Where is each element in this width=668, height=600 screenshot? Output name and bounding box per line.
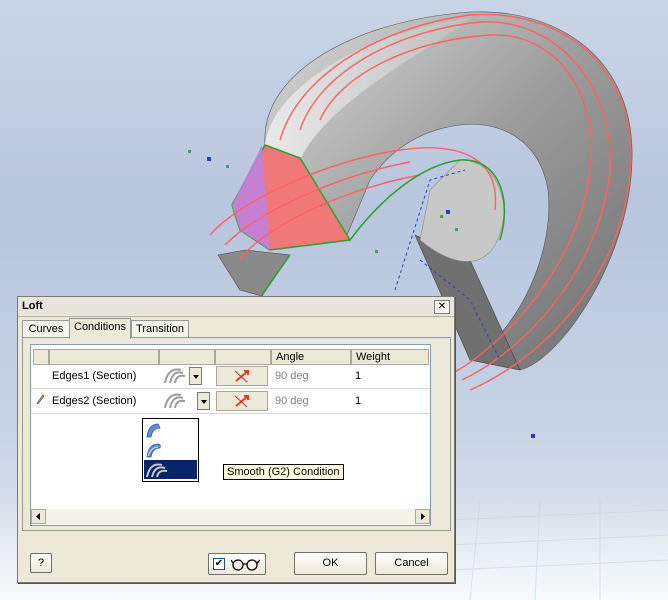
row1-weight[interactable]: 1	[355, 365, 361, 387]
row2-name[interactable]: Edges2 (Section)	[52, 390, 136, 412]
smooth-g2-condition-icon-alt	[146, 443, 161, 458]
dialog-titlebar[interactable]: Loft ✕	[18, 297, 454, 317]
condition-dropdown-list	[142, 418, 199, 482]
tab-curves[interactable]: Curves	[22, 320, 70, 338]
header-angle[interactable]: Angle	[271, 349, 351, 365]
preview-toggle[interactable]: ✔	[208, 553, 266, 575]
row1-direction-button[interactable]	[216, 366, 268, 386]
flip-direction-icon	[234, 395, 249, 408]
row1-condition-dropdown[interactable]	[189, 367, 202, 385]
tab-conditions[interactable]: Conditions	[69, 318, 131, 339]
condition-option-tangent[interactable]	[144, 420, 197, 439]
pencil-icon	[36, 394, 45, 405]
close-button[interactable]: ✕	[434, 300, 450, 314]
header-condition	[159, 349, 215, 365]
preview-checkbox[interactable]: ✔	[213, 558, 225, 570]
arrow-right-icon	[421, 513, 425, 520]
scroll-left-button[interactable]	[31, 509, 46, 524]
flip-direction-icon	[234, 370, 249, 383]
cancel-button[interactable]: Cancel	[375, 552, 448, 575]
header-marker	[33, 349, 49, 365]
header-weight[interactable]: Weight	[351, 349, 429, 365]
tooltip: Smooth (G2) Condition	[223, 464, 344, 480]
tangent-condition-icon	[146, 423, 161, 438]
row1-name[interactable]: Edges1 (Section)	[52, 365, 136, 387]
row2-condition-dropdown[interactable]	[197, 392, 210, 410]
smooth-condition-icon	[164, 393, 186, 409]
help-button[interactable]: ?	[30, 553, 52, 573]
smooth-condition-icon	[164, 368, 186, 384]
header-direction	[215, 349, 271, 365]
row2-angle[interactable]: 90 deg	[275, 390, 309, 412]
horizontal-scrollbar[interactable]	[31, 509, 430, 524]
condition-option-smooth-g2[interactable]	[144, 460, 197, 479]
row1-angle[interactable]: 90 deg	[275, 365, 309, 387]
loft-dialog: Loft ✕ Curves Conditions Transition Angl…	[17, 296, 455, 583]
glasses-icon	[231, 559, 261, 571]
dialog-title: Loft	[22, 300, 43, 312]
ok-button[interactable]: OK	[294, 552, 367, 575]
row2-direction-button[interactable]	[216, 391, 268, 411]
header-name	[49, 349, 159, 365]
row2-weight[interactable]: 1	[355, 390, 361, 412]
help-icon: ?	[37, 557, 45, 569]
arrow-left-icon	[36, 513, 40, 520]
scroll-right-button[interactable]	[415, 509, 430, 524]
condition-option-smooth-alt[interactable]	[144, 440, 197, 459]
conditions-grid: Angle Weight Edges1 (Section) 90 deg 1 E…	[30, 344, 431, 526]
smooth-g2-condition-icon	[146, 463, 168, 478]
tab-transition[interactable]: Transition	[131, 320, 189, 338]
row-divider	[31, 413, 430, 414]
row-divider	[31, 388, 430, 389]
